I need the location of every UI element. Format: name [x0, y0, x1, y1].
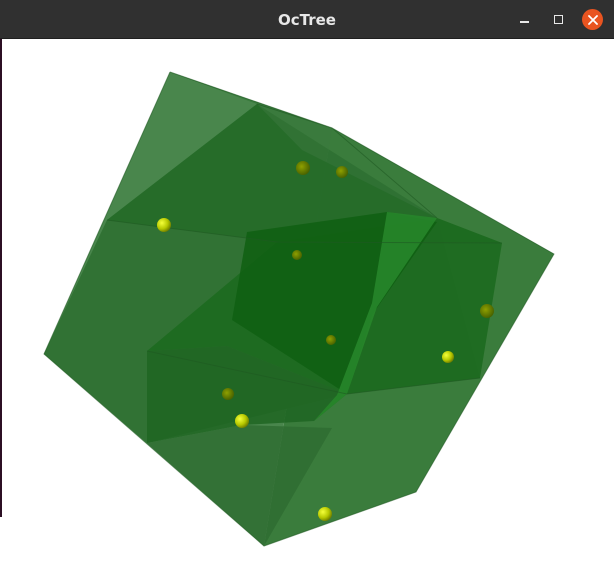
octree-point [442, 351, 454, 363]
minimize-icon [519, 21, 529, 23]
octree-point [157, 218, 171, 232]
app-window: OcTree [0, 0, 614, 571]
close-button[interactable] [582, 9, 603, 30]
maximize-button[interactable] [548, 9, 568, 29]
octree-point [222, 388, 234, 400]
title-bar[interactable]: OcTree [0, 0, 614, 39]
octree-point [326, 335, 336, 345]
close-icon [587, 14, 598, 25]
octree-point [292, 250, 302, 260]
maximize-icon [553, 14, 563, 24]
octree-point [296, 161, 310, 175]
octree-point [318, 507, 332, 521]
octree-point [480, 304, 494, 318]
octree-point [336, 166, 348, 178]
minimize-button[interactable] [514, 9, 534, 29]
render-viewport[interactable] [2, 39, 612, 571]
octree-scene [43, 71, 555, 547]
octree-point [235, 414, 249, 428]
